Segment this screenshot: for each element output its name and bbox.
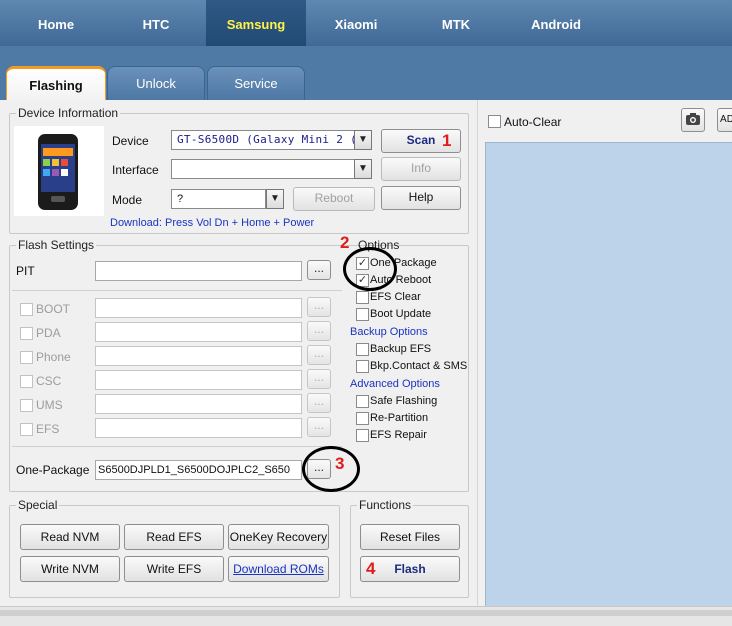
special-legend: Special [18, 498, 58, 512]
progress-track [0, 610, 732, 616]
csc-checkbox[interactable] [20, 375, 33, 388]
phone-checkbox[interactable] [20, 351, 33, 364]
safe-flashing-checkbox[interactable] [356, 395, 369, 408]
pit-browse-button[interactable]: ... [307, 260, 331, 280]
efs-browse-button[interactable]: ... [307, 417, 331, 437]
write-nvm-button[interactable]: Write NVM [20, 556, 120, 582]
re-partition-checkbox[interactable] [356, 412, 369, 425]
boot-update-checkbox[interactable] [356, 308, 369, 321]
efs-clear-label: EFS Clear [370, 291, 421, 303]
backup-options-heading: Backup Options [350, 326, 428, 338]
annotation-2: 2 [340, 233, 350, 252]
help-button[interactable]: Help [381, 186, 461, 210]
phone-browse-button[interactable]: ... [307, 345, 331, 365]
mode-select[interactable]: ? [171, 189, 266, 209]
tab-android[interactable]: Android [508, 0, 604, 46]
device-label: Device [112, 134, 149, 148]
pda-path-field[interactable] [95, 322, 302, 342]
efs-clear-checkbox[interactable] [356, 291, 369, 304]
reboot-button[interactable]: Reboot [293, 187, 375, 211]
pda-checkbox[interactable] [20, 327, 33, 340]
efs-repair-label: EFS Repair [370, 429, 427, 441]
flash-settings-legend: Flash Settings [18, 238, 95, 252]
tab-service[interactable]: Service [207, 66, 305, 100]
annotation-1: 1 [442, 131, 452, 150]
pit-path-field[interactable] [95, 261, 302, 281]
onekey-recovery-button[interactable]: OneKey Recovery [228, 524, 329, 550]
boot-update-label: Boot Update [370, 308, 432, 320]
download-mode-hint: Download: Press Vol Dn + Home + Power [110, 217, 315, 229]
mode-label: Mode [112, 193, 143, 207]
chevron-down-icon[interactable]: ▼ [266, 189, 284, 209]
reset-files-button[interactable]: Reset Files [360, 524, 460, 550]
phone-path-field[interactable] [95, 346, 302, 366]
one-package-field[interactable]: S6500DJPLD1_S6500DOJPLC2_S650 [95, 460, 302, 480]
log-output-area [485, 142, 732, 606]
boot-checkbox[interactable] [20, 303, 33, 316]
interface-select[interactable] [171, 159, 355, 179]
download-roms-link[interactable]: Download ROMs [228, 556, 329, 582]
efs-repair-checkbox[interactable] [356, 429, 369, 442]
one-package-label: One-Package [16, 463, 90, 477]
read-nvm-button[interactable]: Read NVM [20, 524, 120, 550]
bkp-contact-label: Bkp.Contact & SMS [370, 360, 468, 372]
safe-flashing-label: Safe Flashing [370, 395, 438, 407]
ums-path-field[interactable] [95, 394, 302, 414]
tab-unlock[interactable]: Unlock [107, 66, 205, 100]
phone-image [14, 126, 104, 216]
device-info-legend: Device Information [18, 106, 119, 120]
tab-samsung[interactable]: Samsung [206, 0, 306, 46]
status-bar [0, 606, 732, 626]
efs-checkbox[interactable] [20, 423, 33, 436]
write-efs-button[interactable]: Write EFS [124, 556, 224, 582]
ums-checkbox[interactable] [20, 399, 33, 412]
tab-mtk[interactable]: MTK [408, 0, 504, 46]
csc-path-field[interactable] [95, 370, 302, 390]
read-efs-button[interactable]: Read EFS [124, 524, 224, 550]
info-button[interactable]: Info [381, 157, 461, 181]
efs-label: EFS [36, 422, 60, 436]
divider [12, 290, 342, 291]
tab-htc[interactable]: HTC [108, 0, 204, 46]
ad-button[interactable]: AD [717, 108, 732, 132]
ums-browse-button[interactable]: ... [307, 393, 331, 413]
pda-browse-button[interactable]: ... [307, 321, 331, 341]
divider [12, 446, 342, 447]
annotation-circle [343, 247, 397, 291]
csc-label: CSC [36, 374, 62, 388]
functions-legend: Functions [359, 498, 412, 512]
auto-clear-label: Auto-Clear [504, 115, 562, 129]
pda-label: PDA [36, 326, 61, 340]
camera-icon[interactable] [681, 108, 705, 132]
csc-browse-button[interactable]: ... [307, 369, 331, 389]
tab-xiaomi[interactable]: Xiaomi [308, 0, 404, 46]
tab-flashing[interactable]: Flashing [6, 66, 106, 100]
re-partition-label: Re-Partition [370, 412, 429, 424]
tab-home[interactable]: Home [8, 0, 104, 46]
chevron-down-icon[interactable]: ▼ [354, 130, 372, 150]
pit-label: PIT [16, 264, 35, 278]
backup-efs-checkbox[interactable] [356, 343, 369, 356]
advanced-options-heading: Advanced Options [350, 378, 440, 390]
interface-label: Interface [112, 163, 159, 177]
boot-path-field[interactable] [95, 298, 302, 318]
annotation-4: 4 [366, 559, 376, 578]
phone-label: Phone [36, 350, 71, 364]
ums-label: UMS [36, 398, 63, 412]
bkp-contact-checkbox[interactable] [356, 360, 369, 373]
backup-efs-label: Backup EFS [370, 343, 432, 355]
auto-clear-checkbox[interactable] [488, 115, 501, 128]
efs-path-field[interactable] [95, 418, 302, 438]
boot-browse-button[interactable]: ... [307, 297, 331, 317]
boot-label: BOOT [36, 302, 71, 316]
annotation-3: 3 [335, 454, 345, 473]
device-select[interactable]: GT-S6500D (Galaxy Mini 2 ( [171, 130, 355, 150]
chevron-down-icon[interactable]: ▼ [354, 159, 372, 179]
